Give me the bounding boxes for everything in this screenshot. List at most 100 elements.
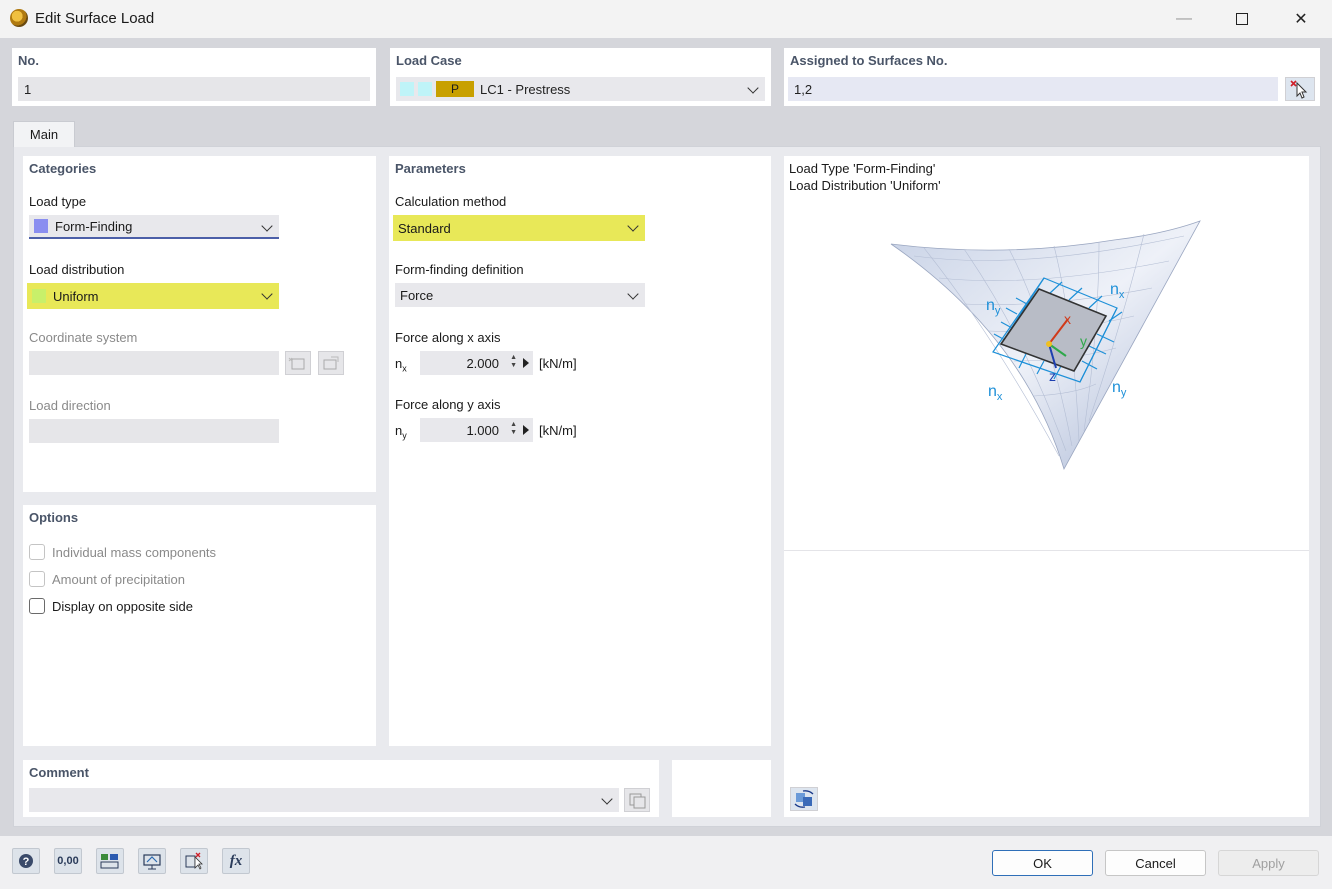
comment-library-button[interactable] [624, 788, 650, 812]
pick-cursor-icon [1290, 80, 1308, 99]
force-y-symbol: ny [395, 423, 407, 441]
load-distribution-label: Load distribution [29, 262, 125, 277]
minimize-button[interactable]: — [1155, 0, 1213, 38]
nx-label-left: nx [988, 383, 1003, 403]
spin-arrows-icon[interactable]: ▲ ▼ [510, 354, 517, 370]
preview-load-type: Load Type 'Form-Finding' [789, 161, 936, 176]
view-button[interactable] [138, 848, 166, 874]
coordinate-system-label: Coordinate system [29, 330, 138, 345]
preview-panel: Load Type 'Form-Finding' Load Distributi… [784, 156, 1309, 817]
number-group: No. 1 [12, 48, 376, 106]
options-title: Options [29, 510, 79, 525]
load-case-select[interactable]: P LC1 - Prestress [396, 77, 765, 101]
assigned-surfaces-group: Assigned to Surfaces No. 1,2 [784, 48, 1320, 106]
title-bar [0, 0, 1332, 38]
select-objects-icon [185, 852, 203, 870]
force-y-input[interactable]: 1.000 ▲ ▼ [420, 418, 533, 442]
formula-icon: fx [229, 852, 243, 869]
load-type-value: Form-Finding [55, 218, 133, 234]
tab-main[interactable]: Main [13, 121, 75, 147]
formula-button[interactable]: fx [222, 848, 250, 874]
close-button[interactable]: ✕ [1272, 0, 1330, 38]
load-case-color-2 [418, 82, 432, 96]
chevron-down-icon [601, 793, 613, 805]
form-finding-definition-value: Force [400, 287, 434, 303]
load-case-label: Load Case [396, 53, 462, 68]
cancel-button[interactable]: Cancel [1105, 850, 1206, 876]
new-coordinate-system-button [285, 351, 311, 375]
assigned-surfaces-field[interactable]: 1,2 [788, 77, 1278, 101]
x-axis-label: x [1064, 311, 1071, 327]
chevron-down-icon [747, 82, 759, 94]
play-arrow-icon[interactable] [523, 358, 529, 368]
load-case-group: Load Case P LC1 - Prestress [390, 48, 771, 106]
form-finding-definition-select[interactable]: Force [395, 283, 645, 307]
select-objects-button[interactable] [180, 848, 208, 874]
coordinate-system-select [29, 351, 279, 375]
load-type-swatch [34, 219, 48, 233]
force-x-symbol: nx [395, 356, 407, 374]
categories-title: Categories [29, 161, 97, 176]
calculation-method-label: Calculation method [395, 194, 507, 209]
maximize-button[interactable] [1213, 0, 1271, 38]
number-label: No. [18, 53, 39, 68]
play-arrow-icon[interactable] [523, 425, 529, 435]
new-coordinate-system-icon [288, 357, 305, 370]
apply-button: Apply [1218, 850, 1319, 876]
force-y-unit: [kN/m] [539, 423, 577, 438]
precipitation-checkbox [29, 571, 45, 587]
copy-icon [629, 793, 646, 809]
origin-point [1046, 341, 1052, 347]
swap-arrows-icon [794, 790, 814, 808]
edit-coordinate-system-icon [323, 356, 339, 370]
calculation-method-select[interactable]: Standard [393, 215, 645, 241]
calculation-method-value: Standard [398, 220, 451, 236]
load-distribution-swatch [32, 289, 46, 303]
app-icon [10, 9, 28, 27]
load-direction-select [29, 419, 279, 443]
load-case-tag: P [436, 81, 474, 97]
parameters-panel: Parameters Calculation method Standard F… [389, 156, 771, 746]
help-button[interactable]: ? [12, 848, 40, 874]
refresh-preview-button[interactable] [790, 787, 818, 811]
ok-button[interactable]: OK [992, 850, 1093, 876]
force-x-unit: [kN/m] [539, 356, 577, 371]
load-case-color-1 [400, 82, 414, 96]
ny-label-right: ny [1112, 379, 1127, 399]
preview-load-distribution: Load Distribution 'Uniform' [789, 178, 941, 193]
window-title: Edit Surface Load [35, 10, 155, 27]
y-axis-label: y [1080, 333, 1087, 349]
load-distribution-value: Uniform [53, 288, 99, 304]
form-finding-definition-label: Form-finding definition [395, 262, 524, 277]
force-y-label: Force along y axis [395, 397, 501, 412]
individual-mass-checkbox [29, 544, 45, 560]
units-icon [100, 854, 119, 869]
categories-panel: Categories Load type Form-Finding Load d… [23, 156, 376, 492]
individual-mass-label: Individual mass components [52, 545, 217, 560]
number-field: 1 [18, 77, 370, 101]
chevron-down-icon [627, 288, 639, 300]
force-x-value: 2.000 [466, 355, 499, 371]
help-icon: ? [19, 854, 33, 868]
chevron-down-icon [627, 220, 639, 232]
load-type-select[interactable]: Form-Finding [29, 215, 279, 239]
comment-side-panel [672, 760, 771, 817]
decimals-button[interactable]: 0,00 [54, 848, 82, 874]
force-x-label: Force along x axis [395, 330, 501, 345]
parameters-title: Parameters [395, 161, 466, 176]
display-opposite-side-checkbox[interactable] [29, 598, 45, 614]
force-x-input[interactable]: 2.000 ▲ ▼ [420, 351, 533, 375]
load-direction-label: Load direction [29, 398, 111, 413]
surface-load-diagram: x y z ny nx nx ny [890, 220, 1201, 471]
load-distribution-select[interactable]: Uniform [27, 283, 279, 309]
load-type-label: Load type [29, 194, 87, 209]
units-button[interactable] [96, 848, 124, 874]
select-surfaces-button[interactable] [1285, 77, 1315, 101]
comment-select[interactable] [29, 788, 619, 812]
chevron-down-icon [261, 220, 273, 232]
edit-coordinate-system-button [318, 351, 344, 375]
spin-arrows-icon[interactable]: ▲ ▼ [510, 421, 517, 437]
view-icon [143, 854, 161, 870]
maximize-icon [1236, 13, 1248, 25]
decimals-icon: 0,00 [57, 855, 79, 867]
